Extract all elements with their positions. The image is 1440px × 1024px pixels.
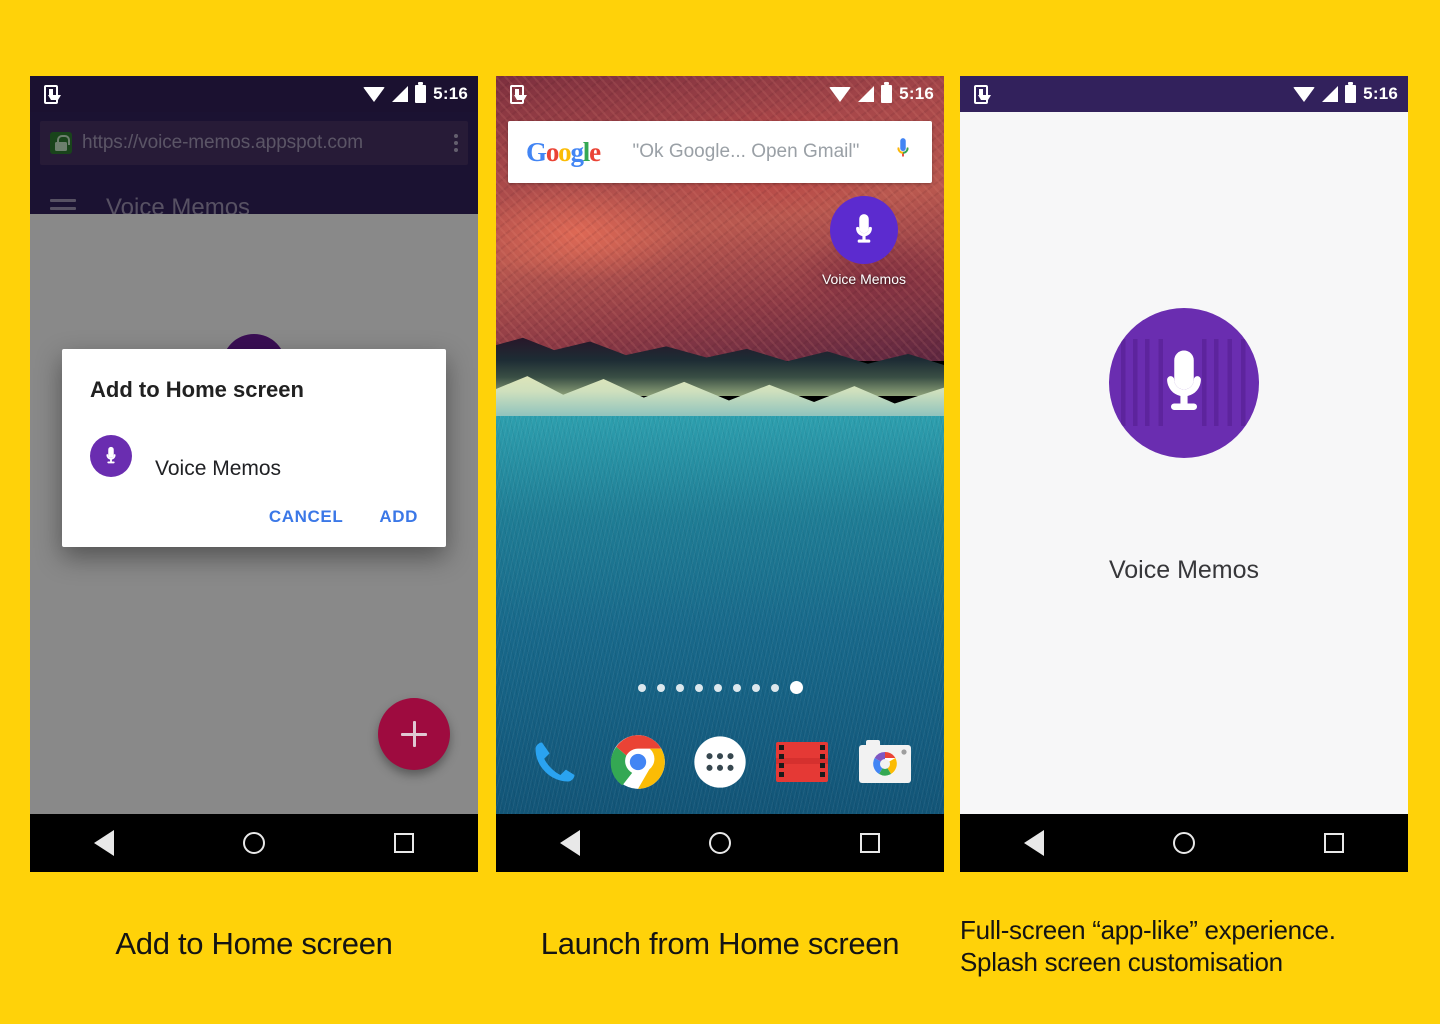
status-bar: 5:16: [496, 76, 944, 112]
phone-splash-screen: 5:16 Voice Memos: [960, 76, 1408, 872]
app-name: Voice Memos: [1108, 555, 1260, 584]
wifi-icon: [363, 86, 386, 102]
signal-icon: [1322, 86, 1339, 102]
microphone-icon[interactable]: [892, 136, 914, 168]
slide-canvas: Record something! 5:16 https://voice-mem…: [0, 0, 1440, 1024]
page-dot[interactable]: [637, 683, 646, 692]
page-dot-active[interactable]: [789, 681, 803, 694]
home-circle-icon[interactable]: [242, 832, 265, 854]
home-screen-shortcut-voice-memos[interactable]: Voice Memos: [808, 196, 920, 287]
plus-icon: [401, 721, 427, 747]
clock: 5:16: [433, 84, 468, 103]
back-triangle-icon[interactable]: [560, 830, 581, 856]
battery-icon: [1345, 82, 1357, 103]
caption-line-1: Full-screen “app-like” experience.: [960, 915, 1336, 945]
dialog-title: Add to Home screen: [90, 377, 304, 402]
page-dot[interactable]: [656, 683, 665, 692]
download-icon: [510, 84, 527, 104]
recents-square-icon[interactable]: [859, 833, 880, 853]
google-logo: Google: [526, 136, 601, 167]
search-hint-text: "Ok Google... Open Gmail": [632, 141, 860, 162]
caption-splash-screen: Full-screen “app-like” experience. Splas…: [960, 915, 1428, 978]
page-dot[interactable]: [732, 683, 741, 692]
dialog-actions: CANCEL ADD: [90, 507, 418, 537]
recents-square-icon[interactable]: [1323, 833, 1344, 853]
home-circle-icon[interactable]: [1172, 832, 1195, 854]
back-triangle-icon[interactable]: [1024, 830, 1045, 856]
wifi-icon: [829, 86, 852, 102]
signal-icon: [392, 86, 409, 102]
google-search-widget[interactable]: Google "Ok Google... Open Gmail": [508, 121, 932, 183]
back-triangle-icon[interactable]: [94, 830, 115, 856]
microphone-icon: [1109, 307, 1259, 458]
caption-launch-from-home-screen: Launch from Home screen: [540, 926, 900, 961]
play-movies-app-icon[interactable]: [770, 730, 834, 794]
shortcut-label: Voice Memos: [821, 271, 907, 287]
clock: 5:16: [899, 84, 934, 103]
status-icons: 5:16: [1293, 82, 1398, 104]
navigation-bar: [30, 814, 478, 872]
status-icons: 5:16: [363, 82, 468, 104]
navigation-bar: [960, 814, 1408, 872]
add-to-home-screen-dialog: Add to Home screen Voice Memos CANCEL AD…: [62, 349, 446, 547]
download-icon: [974, 84, 991, 104]
page-dot[interactable]: [675, 683, 684, 692]
recents-square-icon[interactable]: [393, 833, 414, 853]
caption-add-to-home-screen: Add to Home screen: [115, 926, 393, 961]
page-dot[interactable]: [713, 683, 722, 692]
page-dot[interactable]: [694, 683, 703, 692]
all-apps-icon[interactable]: [688, 730, 752, 794]
clock: 5:16: [1363, 84, 1398, 103]
microphone-icon: [90, 435, 132, 477]
status-bar: 5:16: [30, 76, 478, 112]
signal-icon: [858, 86, 875, 102]
battery-icon: [881, 82, 893, 103]
page-dot[interactable]: [751, 683, 760, 692]
status-icons: 5:16: [829, 82, 934, 104]
add-button[interactable]: ADD: [379, 507, 418, 527]
shortcut-name-input[interactable]: Voice Memos: [155, 457, 418, 481]
phone-add-to-home-screen: Record something! 5:16 https://voice-mem…: [30, 76, 478, 872]
download-icon: [44, 84, 61, 104]
home-screen-dock: [496, 730, 944, 794]
navigation-bar: [496, 814, 944, 872]
home-circle-icon[interactable]: [708, 832, 731, 854]
microphone-icon: [830, 196, 898, 264]
camera-app-icon[interactable]: [853, 730, 917, 794]
add-recording-fab[interactable]: [378, 698, 450, 770]
page-indicator: [496, 681, 944, 694]
wifi-icon: [1293, 86, 1316, 102]
page-dot[interactable]: [770, 683, 779, 692]
chrome-app-icon[interactable]: [606, 730, 670, 794]
cancel-button[interactable]: CANCEL: [269, 507, 343, 527]
shortcut-name-row: Voice Memos: [90, 435, 418, 481]
battery-icon: [415, 82, 427, 103]
caption-line-2: Splash screen customisation: [960, 946, 1283, 977]
wallpaper-sea: [496, 416, 944, 872]
phone-launch-from-home-screen: 5:16 Google "Ok Google... Open Gmail" Vo…: [496, 76, 944, 872]
splash-screen: Voice Memos: [960, 112, 1408, 814]
status-bar: 5:16: [960, 76, 1408, 112]
shortcut-name-value: Voice Memos: [155, 457, 282, 480]
phone-app-icon[interactable]: [523, 730, 587, 794]
